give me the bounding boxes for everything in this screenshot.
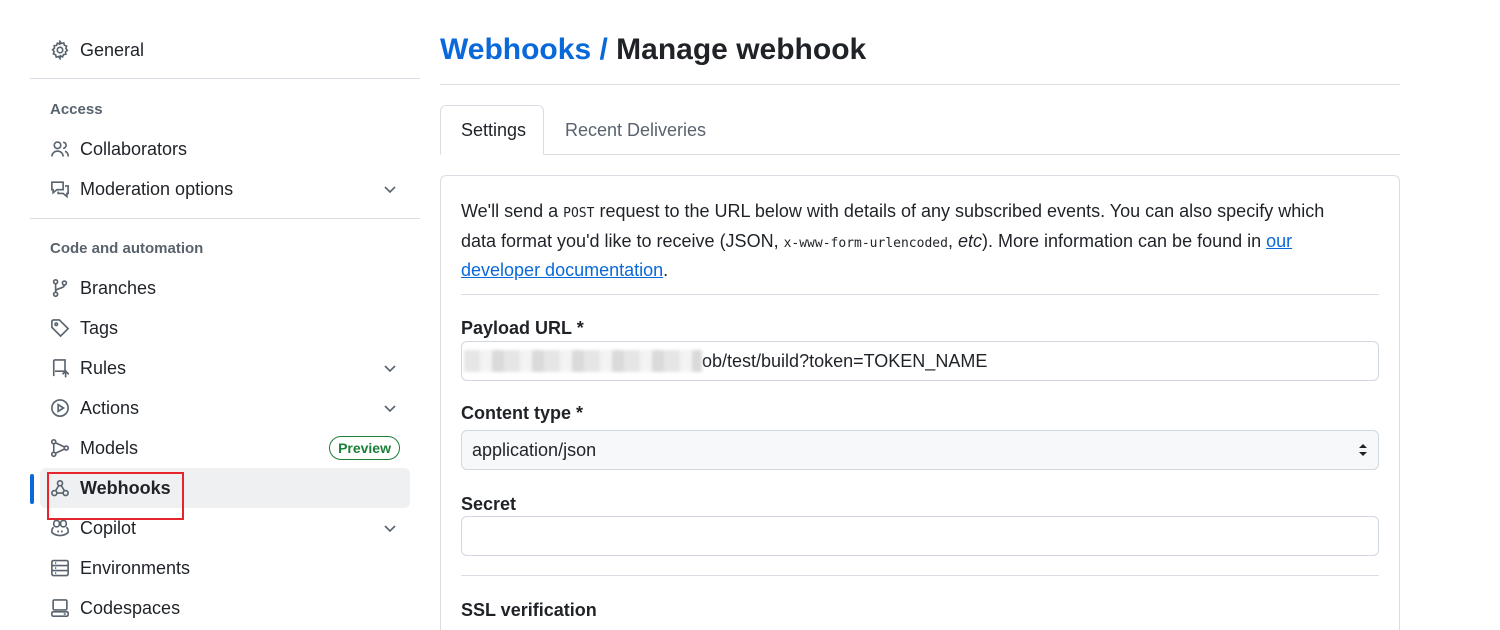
sidebar-item-label: Codespaces: [80, 597, 181, 618]
codespaces-icon: [50, 598, 70, 618]
tab-recent-deliveries[interactable]: Recent Deliveries: [545, 105, 726, 155]
chevron-down-icon[interactable]: [380, 518, 400, 538]
play-icon: [50, 398, 70, 418]
sidebar-item-label: Collaborators: [80, 138, 188, 159]
sidebar-heading-code-automation: Code and automation: [50, 240, 204, 257]
inline-code: POST: [563, 206, 595, 221]
git-branch-icon: [50, 278, 70, 298]
webhook-settings-panel: We'll send a POST request to the URL bel…: [440, 175, 1400, 630]
payload-url-value: ob/test/build?token=TOKEN_NAME: [702, 350, 988, 371]
select-arrows-icon: [1359, 444, 1367, 456]
sidebar-item-rules[interactable]: Rules: [40, 348, 410, 388]
main-content: Webhooks / Manage webhook Settings Recen…: [440, 0, 1400, 630]
inline-code: x-www-form-urlencoded: [783, 235, 948, 251]
content-type-select[interactable]: application/json: [461, 430, 1379, 470]
payload-url-label: Payload URL *: [461, 318, 584, 338]
sidebar-heading-access: Access: [50, 101, 103, 118]
secret-label: Secret: [461, 494, 517, 514]
webhook-tabs: Settings Recent Deliveries: [440, 105, 1400, 155]
tab-settings[interactable]: Settings: [440, 105, 544, 155]
sidebar-divider: [30, 218, 420, 219]
sidebar-item-label: General: [80, 39, 145, 60]
preview-badge: Preview: [329, 436, 400, 460]
chevron-down-icon[interactable]: [380, 398, 400, 418]
breadcrumb-separator: /: [599, 33, 608, 66]
people-icon: [50, 139, 70, 159]
sidebar-item-general[interactable]: General: [40, 30, 410, 70]
repo-push-icon: [50, 358, 70, 378]
secret-input[interactable]: [461, 516, 1379, 556]
active-item-indicator: [30, 474, 34, 504]
intro-text: We'll send a POST request to the URL bel…: [461, 201, 1325, 280]
sidebar-item-models[interactable]: Models Preview: [40, 428, 410, 468]
content-type-label: Content type *: [461, 403, 584, 423]
sidebar-item-label: Rules: [80, 357, 127, 378]
sidebar-item-codespaces[interactable]: Codespaces: [40, 588, 410, 628]
webhook-icon: [50, 478, 70, 498]
ai-model-icon: [50, 438, 70, 458]
page-title-text: Manage webhook: [616, 33, 867, 66]
section-divider: [461, 575, 1379, 576]
ssl-verification-label: SSL verification: [461, 600, 597, 620]
sidebar-item-tags[interactable]: Tags: [40, 308, 410, 348]
sidebar-item-branches[interactable]: Branches: [40, 268, 410, 308]
sidebar-item-collaborators[interactable]: Collaborators: [40, 129, 410, 169]
settings-sidebar: General Access Collaborators Moderation …: [30, 0, 420, 630]
gear-icon: [50, 40, 70, 60]
redacted-url-prefix: [464, 350, 702, 372]
sidebar-item-webhooks[interactable]: Webhooks: [40, 468, 410, 508]
sidebar-item-label: Environments: [80, 557, 191, 578]
section-divider: [461, 294, 1379, 295]
sidebar-item-label: Branches: [80, 277, 157, 298]
sidebar-item-copilot[interactable]: Copilot: [40, 508, 410, 548]
sidebar-item-actions[interactable]: Actions: [40, 388, 410, 428]
sidebar-item-label: Models: [80, 437, 139, 458]
sidebar-item-label: Tags: [80, 317, 119, 338]
sidebar-item-moderation[interactable]: Moderation options: [40, 169, 410, 209]
content-type-value: application/json: [472, 439, 597, 460]
page-title: Webhooks / Manage webhook: [440, 33, 866, 67]
sidebar-item-label: Actions: [80, 397, 140, 418]
comment-discussion-icon: [50, 179, 70, 199]
chevron-down-icon[interactable]: [380, 179, 400, 199]
server-icon: [50, 558, 70, 578]
breadcrumb-webhooks-link[interactable]: Webhooks: [440, 33, 591, 66]
chevron-down-icon[interactable]: [380, 358, 400, 378]
payload-url-input[interactable]: ob/test/build?token=TOKEN_NAME: [461, 341, 1379, 381]
webhook-settings-page: General Access Collaborators Moderation …: [0, 0, 1500, 630]
title-divider: [440, 84, 1400, 85]
tag-icon: [50, 318, 70, 338]
sidebar-item-environments[interactable]: Environments: [40, 548, 410, 588]
sidebar-item-label: Moderation options: [80, 178, 234, 199]
sidebar-divider: [30, 78, 420, 79]
copilot-icon: [50, 518, 70, 538]
sidebar-item-label: Copilot: [80, 517, 137, 538]
sidebar-item-label: Webhooks: [80, 477, 171, 498]
